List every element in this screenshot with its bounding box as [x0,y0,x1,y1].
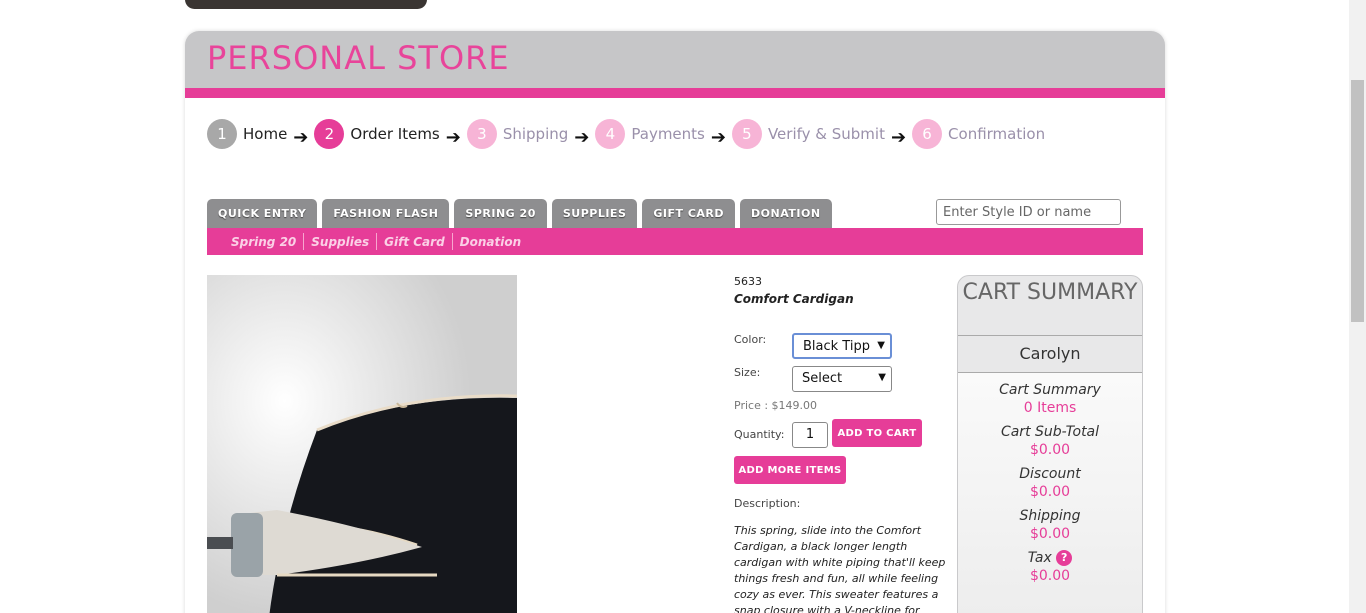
step-label: Confirmation [948,125,1046,143]
caret-down-icon: ▼ [878,372,886,383]
cart-tax-label: Tax [1027,550,1052,566]
color-label: Color: [734,333,767,346]
arrow-right-icon: ➔ [293,126,309,148]
step-shipping: 3 Shipping [466,119,569,149]
add-to-cart-button[interactable]: ADD TO CART [832,419,922,447]
step-verify-submit: 5 Verify & Submit [731,119,885,149]
product-image [207,275,517,613]
tab-fashion-flash[interactable]: FASHION FLASH [322,199,450,228]
cart-discount-value: $0.00 [1029,484,1071,500]
tab-supplies[interactable]: SUPPLIES [551,199,638,228]
step-label: Payments [631,125,705,143]
quantity-label: Quantity: [734,428,785,441]
cart-discount-label: Discount [1019,466,1081,482]
size-label: Size: [734,366,761,379]
tab-spring-20[interactable]: SPRING 20 [454,199,547,228]
step-number: 2 [314,119,345,149]
scrollbar-thumb[interactable] [1351,80,1364,322]
price: Price : $149.00 [734,399,818,412]
cart-shipping-value: $0.00 [1029,526,1071,542]
arrow-right-icon: ➔ [710,126,726,148]
color-select[interactable]: Black Tipp ▼ [792,333,892,359]
step-label: Home [243,125,288,143]
style-search-input[interactable] [936,199,1121,225]
product-details: 5633 Comfort Cardigan [734,275,954,306]
cart-body: Cart Summary 0 Items Cart Sub-Total $0.0… [958,373,1142,613]
quantity-input[interactable]: 1 [792,422,828,448]
cart-subtotal-label: Cart Sub-Total [1000,424,1100,440]
product-name: Comfort Cardigan [734,292,854,306]
cart-user-name: Carolyn [958,336,1142,373]
step-number: 3 [466,119,497,149]
step-label: Shipping [502,125,569,143]
cart-summary-label: Cart Summary [999,382,1101,398]
cart-tax-line: Tax ? $0.00 [958,550,1142,584]
cart-item-count[interactable]: 0 Items [958,400,1142,416]
description-label: Description: [734,497,801,510]
add-more-items-button[interactable]: ADD MORE ITEMS [734,456,846,484]
store-panel: PERSONAL STORE 1 Home ➔ 2 Order Items ➔ … [185,31,1165,613]
help-icon[interactable]: ? [1056,550,1073,566]
subnav-donation[interactable]: Donation [453,235,528,249]
cart-shipping-label: Shipping [1019,508,1081,524]
cart-shipping-line: Shipping $0.00 [958,508,1142,542]
step-home[interactable]: 1 Home [207,119,287,149]
arrow-right-icon: ➔ [445,126,461,148]
step-order-items[interactable]: 2 Order Items [314,119,440,149]
color-select-value: Black Tipp [803,339,870,354]
checkout-steps: 1 Home ➔ 2 Order Items ➔ 3 Shipping ➔ 4 … [207,119,1045,149]
cart-summary-panel: CART SUMMARY Carolyn Cart Summary 0 Item… [957,275,1143,613]
store-header: PERSONAL STORE [185,31,1165,88]
sub-navigation: Spring 20 Supplies Gift Card Donation [207,228,1143,255]
step-number: 6 [912,119,943,149]
step-number: 4 [595,119,626,149]
tab-gift-card[interactable]: GIFT CARD [642,199,736,228]
cart-summary-line: Cart Summary 0 Items [958,382,1142,416]
step-confirmation: 6 Confirmation [912,119,1045,149]
cart-subtotal-line: Cart Sub-Total $0.00 [958,424,1142,458]
subnav-spring-20[interactable]: Spring 20 [224,235,303,249]
caret-down-icon: ▼ [877,340,885,351]
subnav-gift-card[interactable]: Gift Card [377,235,452,249]
header-accent-bar [185,88,1165,98]
category-tabs: QUICK ENTRY FASHION FLASH SPRING 20 SUPP… [207,199,837,228]
step-label: Order Items [350,125,440,143]
step-label: Verify & Submit [767,125,885,143]
step-number: 1 [207,119,237,149]
arrow-right-icon: ➔ [890,126,907,148]
store-title: PERSONAL STORE [207,39,510,77]
style-id: 5633 [734,275,762,288]
arrow-right-icon: ➔ [574,126,590,148]
cart-title: CART SUMMARY [958,276,1142,336]
cart-tax-value: $0.00 [1029,568,1071,584]
cart-subtotal-value: $0.00 [1029,442,1071,458]
cart-discount-line: Discount $0.00 [958,466,1142,500]
step-number: 5 [731,119,762,149]
subnav-supplies[interactable]: Supplies [304,235,376,249]
size-select-value: Select [802,371,843,386]
product-description: This spring, slide into the Comfort Card… [734,524,946,613]
tab-quick-entry[interactable]: QUICK ENTRY [207,199,318,228]
size-select[interactable]: Select ▼ [792,366,892,392]
cardigan-photo [207,275,517,613]
step-payments: 4 Payments [595,119,705,149]
tab-donation[interactable]: DONATION [740,199,832,228]
top-account-bar [185,0,427,9]
